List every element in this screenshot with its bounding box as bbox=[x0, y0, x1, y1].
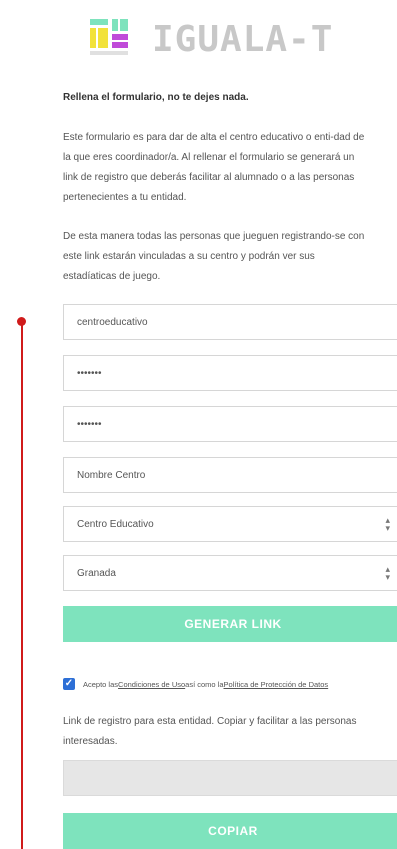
form-heading: Rellena el formulario, no te dejes nada. bbox=[63, 92, 249, 103]
info-line-2: este link estarán vinculadas a su centro… bbox=[63, 251, 315, 262]
logo-icon bbox=[90, 19, 130, 59]
select-arrows-icon: ▴ ▾ bbox=[385, 564, 390, 582]
info-line-1: De esta manera todas las personas que ju… bbox=[63, 231, 365, 242]
center-type-select[interactable]: Centro Educativo ▴ ▾ bbox=[63, 506, 397, 542]
intro-line-1: Este formulario es para dar de alta el c… bbox=[63, 132, 365, 143]
center-name-input[interactable]: Nombre Centro bbox=[63, 457, 397, 493]
username-input[interactable]: centroeducativo bbox=[63, 304, 397, 340]
password-confirm-input[interactable]: ••••••• bbox=[63, 406, 397, 442]
password-confirm-value: ••••••• bbox=[77, 418, 102, 430]
consent-prefix: Acepto las bbox=[83, 679, 119, 689]
intro-line-2: la que eres coordinador/a. Al rellenar e… bbox=[63, 152, 355, 163]
province-select[interactable]: Granada ▴ ▾ bbox=[63, 555, 397, 591]
copy-button[interactable]: COPIAR bbox=[63, 813, 397, 849]
province-value: Granada bbox=[77, 567, 116, 579]
link-description-line-2: interesadas. bbox=[63, 736, 118, 747]
select-arrows-icon: ▴ ▾ bbox=[385, 515, 390, 533]
timeline-line bbox=[21, 320, 23, 849]
consent-checkbox[interactable]: ✓ bbox=[63, 678, 75, 690]
consent-row: ✓ Acepto las Condiciones de Uso así como… bbox=[63, 678, 328, 690]
consent-middle: así como la bbox=[185, 679, 224, 689]
password-value: ••••••• bbox=[77, 367, 102, 379]
center-name-value: Nombre Centro bbox=[77, 469, 146, 481]
info-line-3: estadíaticas de juego. bbox=[63, 271, 161, 282]
registration-link-field[interactable] bbox=[63, 760, 397, 796]
privacy-link[interactable]: Política de Protección de Datos bbox=[224, 680, 329, 689]
username-value: centroeducativo bbox=[77, 316, 148, 328]
logo-text: IGUALA-T bbox=[152, 18, 334, 60]
center-type-value: Centro Educativo bbox=[77, 518, 154, 530]
generate-link-button[interactable]: GENERAR LINK bbox=[63, 606, 397, 642]
intro-line-3: link de registro que deberás facilitar a… bbox=[63, 172, 355, 183]
terms-link[interactable]: Condiciones de Uso bbox=[118, 680, 185, 689]
intro-line-4: pertenecientes a tu entidad. bbox=[63, 192, 187, 203]
link-description-line-1: Link de registro para esta entidad. Copi… bbox=[63, 716, 357, 727]
password-input[interactable]: ••••••• bbox=[63, 355, 397, 391]
logo: IGUALA-T bbox=[90, 10, 390, 68]
